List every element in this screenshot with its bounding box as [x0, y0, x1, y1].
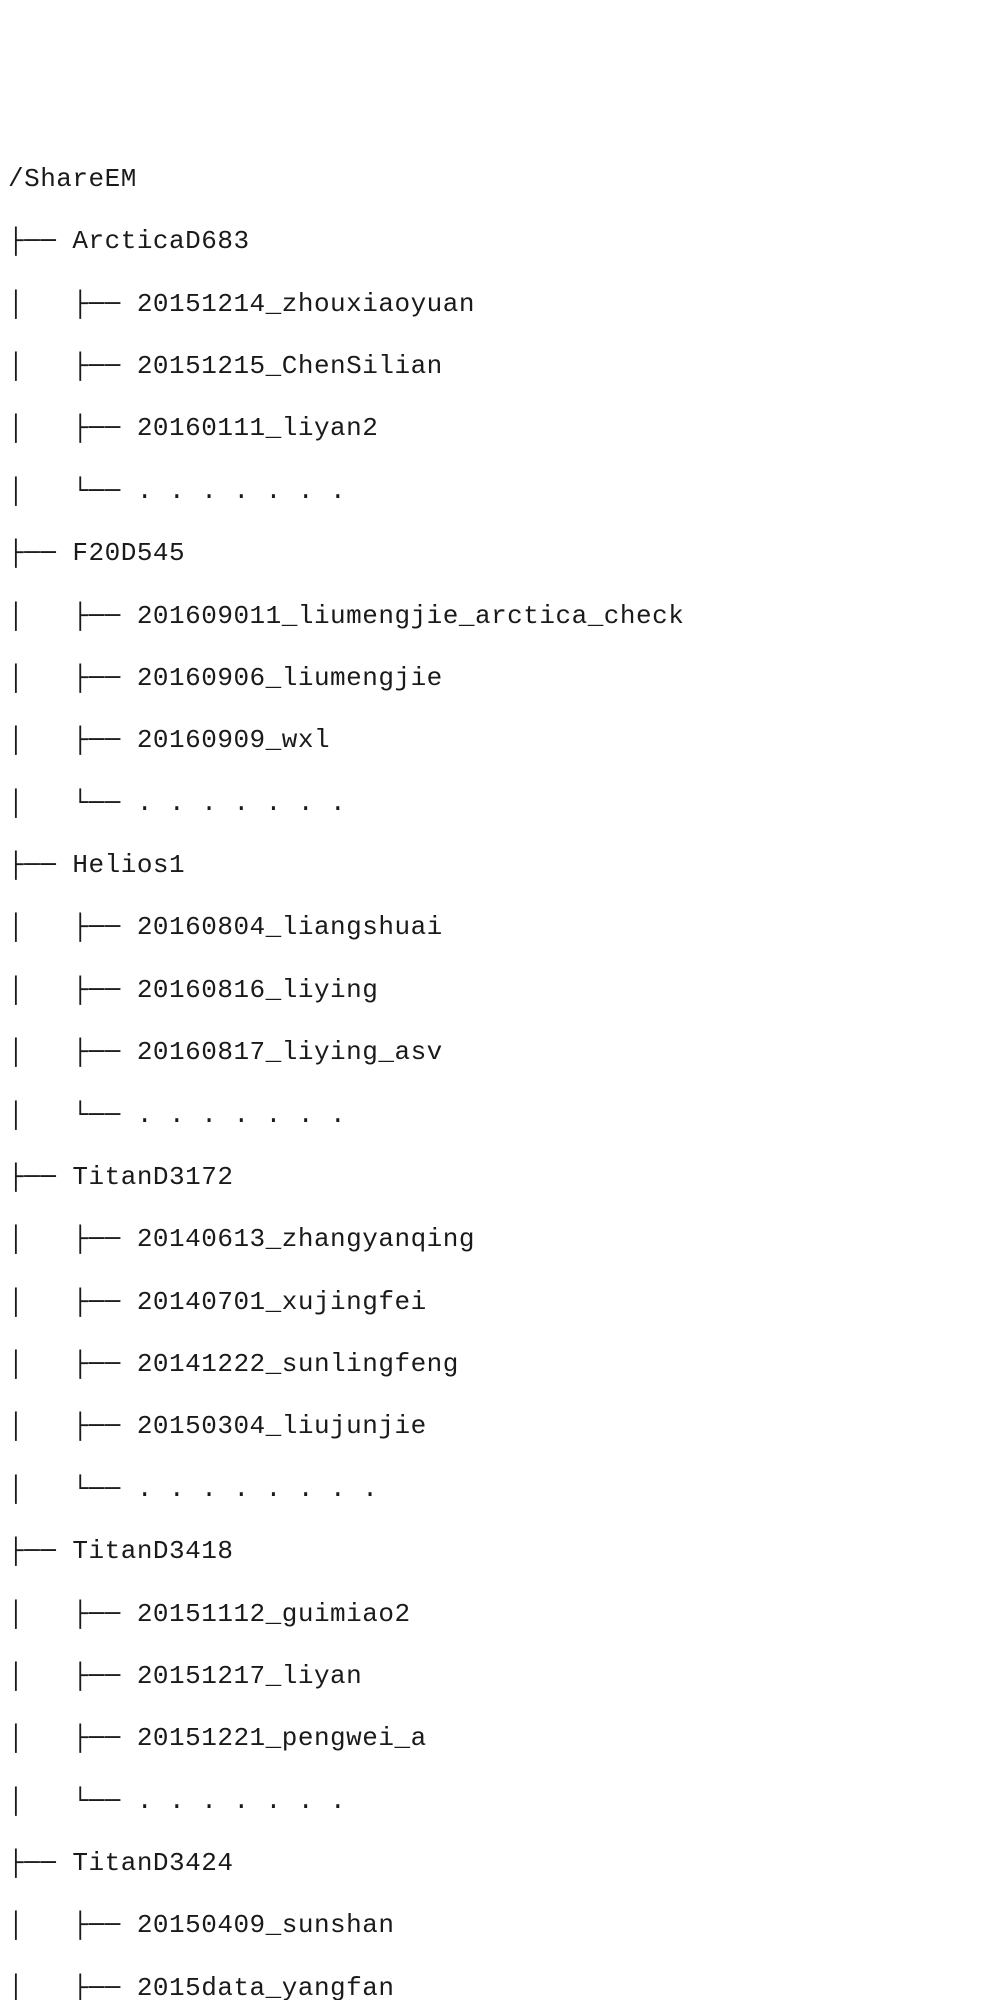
- folder-name: F20D545: [72, 538, 185, 568]
- tree-ellipsis: │ └── . . . . . . . .: [8, 1474, 993, 1505]
- root-path: /ShareEM: [8, 164, 993, 195]
- tree-item: │ ├── 20151217_liyan: [8, 1661, 993, 1692]
- tree-item: │ ├── 2015data_yangfan: [8, 1973, 993, 2000]
- tree-item: │ ├── 20150304_liujunjie: [8, 1411, 993, 1442]
- tree-item: │ ├── 20160906_liumengjie: [8, 663, 993, 694]
- tree-item: │ ├── 20160111_liyan2: [8, 413, 993, 444]
- item-name: 20151215_ChenSilian: [137, 351, 443, 381]
- folder-label: ├── TitanD3172: [8, 1162, 993, 1193]
- item-name: 20151217_liyan: [137, 1661, 362, 1691]
- item-name: 20160816_liying: [137, 975, 379, 1005]
- tree-item: │ ├── 20151221_pengwei_a: [8, 1723, 993, 1754]
- ellipsis-text: . . . . . . .: [137, 1786, 346, 1816]
- tree-item: │ ├── 20151214_zhouxiaoyuan: [8, 289, 993, 320]
- tree-item: │ ├── 20150409_sunshan: [8, 1910, 993, 1941]
- item-name: 20160909_wxl: [137, 725, 330, 755]
- tree-ellipsis: │ └── . . . . . . .: [8, 1786, 993, 1817]
- item-name: 20151221_pengwei_a: [137, 1723, 427, 1753]
- folder-name: ArcticaD683: [72, 226, 249, 256]
- item-name: 20160817_liying_asv: [137, 1037, 443, 1067]
- tree-item: │ ├── 20151112_guimiao2: [8, 1599, 993, 1630]
- item-name: 20151214_zhouxiaoyuan: [137, 289, 475, 319]
- ellipsis-text: . . . . . . . .: [137, 1474, 379, 1504]
- folder-label: ├── Helios1: [8, 850, 993, 881]
- item-name: 20160804_liangshuai: [137, 912, 443, 942]
- item-name: 20140701_xujingfei: [137, 1287, 427, 1317]
- ellipsis-text: . . . . . . .: [137, 476, 346, 506]
- folder-label: ├── ArcticaD683: [8, 226, 993, 257]
- tree-item: │ ├── 20140701_xujingfei: [8, 1287, 993, 1318]
- item-name: 20141222_sunlingfeng: [137, 1349, 459, 1379]
- tree-ellipsis: │ └── . . . . . . .: [8, 1100, 993, 1131]
- folder-label: ├── TitanD3424: [8, 1848, 993, 1879]
- item-name: 20160906_liumengjie: [137, 663, 443, 693]
- tree-ellipsis: │ └── . . . . . . .: [8, 788, 993, 819]
- tree-item: │ ├── 20160804_liangshuai: [8, 912, 993, 943]
- tree-item: │ ├── 20160909_wxl: [8, 725, 993, 756]
- item-name: 20150304_liujunjie: [137, 1411, 427, 1441]
- item-name: 20150409_sunshan: [137, 1910, 395, 1940]
- tree-ellipsis: │ └── . . . . . . .: [8, 476, 993, 507]
- tree-item: │ ├── 20140613_zhangyanqing: [8, 1224, 993, 1255]
- item-name: 2015data_yangfan: [137, 1973, 395, 2000]
- folder-name: TitanD3424: [72, 1848, 233, 1878]
- item-name: 201609011_liumengjie_arctica_check: [137, 601, 685, 631]
- tree-item: │ ├── 20151215_ChenSilian: [8, 351, 993, 382]
- ellipsis-text: . . . . . . .: [137, 788, 346, 818]
- item-name: 20140613_zhangyanqing: [137, 1224, 475, 1254]
- tree-item: │ ├── 20141222_sunlingfeng: [8, 1349, 993, 1380]
- item-name: 20160111_liyan2: [137, 413, 379, 443]
- item-name: 20151112_guimiao2: [137, 1599, 411, 1629]
- folder-label: ├── TitanD3418: [8, 1536, 993, 1567]
- tree-item: │ ├── 20160816_liying: [8, 975, 993, 1006]
- folder-name: TitanD3418: [72, 1536, 233, 1566]
- folder-name: Helios1: [72, 850, 185, 880]
- folder-name: TitanD3172: [72, 1162, 233, 1192]
- ellipsis-text: . . . . . . .: [137, 1100, 346, 1130]
- tree-item: │ ├── 201609011_liumengjie_arctica_check: [8, 601, 993, 632]
- tree-item: │ ├── 20160817_liying_asv: [8, 1037, 993, 1068]
- folder-label: ├── F20D545: [8, 538, 993, 569]
- tree-root: /ShareEM ├── ArcticaD683 │ ├── 20151214_…: [8, 133, 993, 2000]
